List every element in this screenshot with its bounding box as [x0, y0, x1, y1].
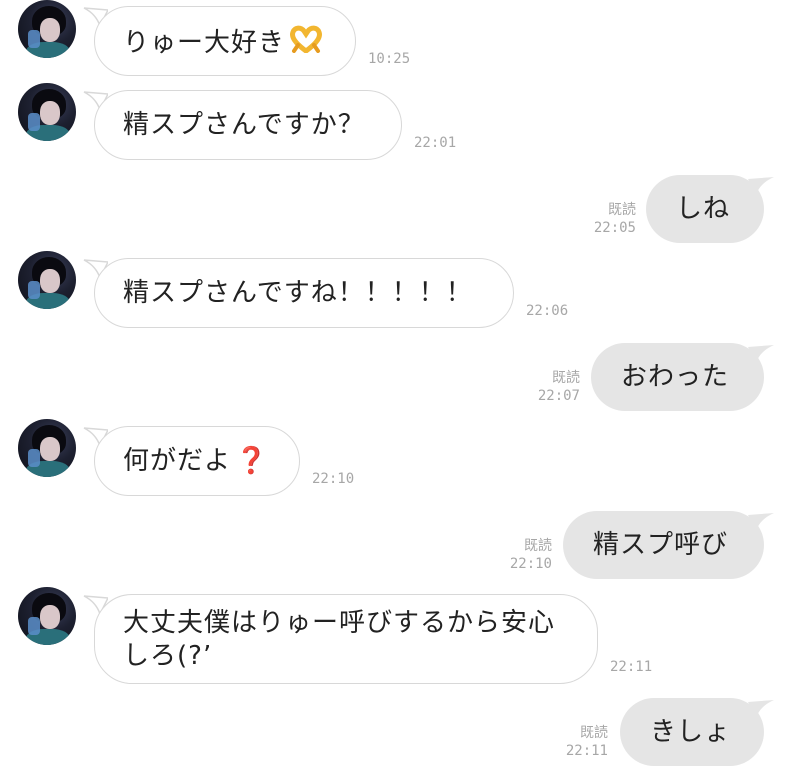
message-text-line: 大丈夫僕はりゅー呼びするから安心 [123, 608, 556, 638]
avatar-mic [28, 617, 40, 635]
avatar[interactable] [18, 0, 76, 58]
message-text: しね [676, 194, 731, 224]
timestamp: 10:25 [368, 51, 411, 67]
timestamp: 22:05 [593, 220, 636, 236]
chat-view: りゅー大好き 10:25 精スプさんですか？ 22:01 既読 22:05 しね [0, 0, 786, 776]
message-bubble[interactable]: おわった [591, 343, 764, 411]
message-text: 何がだよ [123, 446, 232, 476]
message-text: おわった [621, 362, 730, 392]
message-text: 精スプさんですか？ [123, 110, 365, 140]
avatar-mic [28, 30, 40, 48]
message-bubble[interactable]: 精スプ呼び [563, 511, 764, 579]
message-bubble[interactable]: りゅー大好き [94, 6, 356, 76]
read-receipt: 既読 [608, 202, 636, 218]
message-bubble[interactable]: 何がだよ ❓ [94, 426, 300, 496]
timestamp: 22:06 [526, 303, 569, 319]
timestamp: 22:07 [537, 388, 580, 404]
read-receipt: 既読 [524, 538, 552, 554]
avatar-face [40, 437, 60, 461]
red-question-mark-icon: ❓ [235, 446, 269, 476]
bubble-tail [748, 177, 774, 195]
timestamp: 22:10 [312, 471, 355, 487]
avatar-mic [28, 449, 40, 467]
avatar-face [40, 101, 60, 125]
message-text-line: しろ(?’ [123, 640, 213, 671]
message-text: 精スプ呼び [593, 530, 729, 560]
bubble-tail [748, 345, 774, 363]
message-meta: 既読 22:11 [552, 724, 608, 760]
avatar-face [40, 605, 60, 629]
heart-hands-icon [289, 25, 323, 62]
read-receipt: 既読 [580, 725, 608, 741]
message-text: きしょ [650, 717, 732, 747]
message-meta: 既読 22:10 [496, 537, 552, 573]
avatar-mic [28, 113, 40, 131]
read-receipt: 既読 [552, 370, 580, 386]
message-bubble[interactable]: しね [646, 175, 764, 243]
avatar-face [40, 18, 60, 42]
timestamp: 22:11 [610, 659, 653, 675]
avatar[interactable] [18, 587, 76, 645]
avatar-face [40, 269, 60, 293]
message-meta: 既読 22:07 [524, 369, 580, 405]
message-bubble[interactable]: 大丈夫僕はりゅー呼びするから安心 しろ(?’ [94, 594, 598, 684]
bubble-tail [748, 700, 774, 718]
message-bubble[interactable]: 精スプさんですね！！！！！ [94, 258, 514, 328]
timestamp: 22:01 [414, 135, 457, 151]
message-meta: 既読 22:05 [580, 201, 636, 237]
avatar[interactable] [18, 419, 76, 477]
avatar[interactable] [18, 251, 76, 309]
timestamp: 22:11 [565, 743, 608, 759]
message-bubble[interactable]: 精スプさんですか？ [94, 90, 402, 160]
message-text: りゅー大好き [123, 27, 286, 58]
message-bubble[interactable]: きしょ [620, 698, 764, 766]
bubble-tail [748, 513, 774, 531]
timestamp: 22:10 [509, 556, 552, 572]
avatar[interactable] [18, 83, 76, 141]
message-text: 精スプさんですね！！！！！ [123, 278, 473, 308]
avatar-mic [28, 281, 40, 299]
